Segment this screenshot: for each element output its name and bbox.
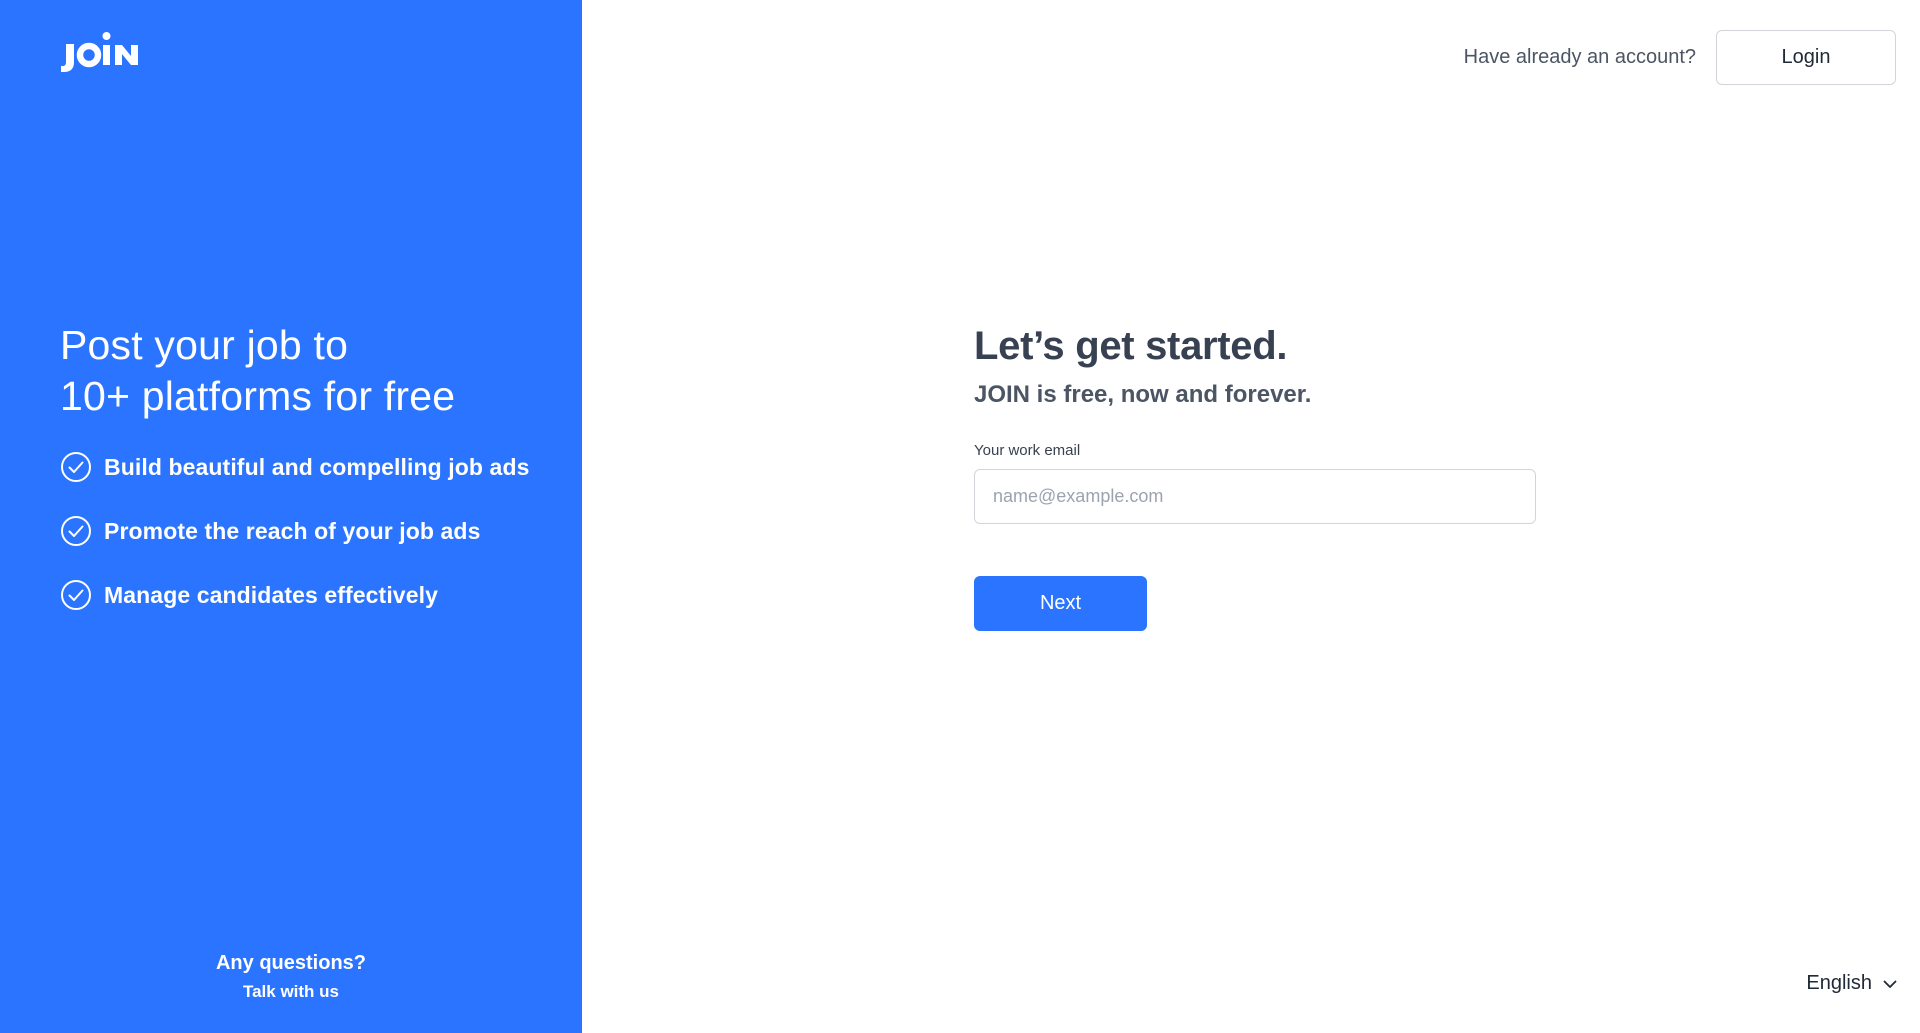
chevron-down-icon (1883, 980, 1897, 988)
have-account-text: Have already an account? (1463, 46, 1696, 68)
top-bar: Have already an account? Login (1464, 30, 1896, 85)
help-title: Any questions? (215, 952, 366, 974)
check-circle-icon (61, 452, 91, 482)
language-selector[interactable]: English (1806, 972, 1898, 995)
page-title: Let’s get started. (974, 324, 1288, 368)
join-logo[interactable] (60, 28, 146, 76)
feature-item: Build beautiful and compelling job ads (60, 450, 529, 484)
next-button[interactable]: Next (974, 576, 1147, 631)
page-subtitle: JOIN is free, now and forever. (974, 381, 1312, 408)
join-logo-mark (61, 32, 138, 72)
feature-label: Promote the reach of your job ads (104, 517, 481, 544)
talk-with-us-link[interactable]: Talk with us (243, 982, 339, 1002)
feature-label: Manage candidates effectively (104, 581, 438, 608)
promo-panel: Post your job to 10+ platforms for free … (0, 0, 582, 1033)
check-circle-icon (61, 516, 91, 546)
promo-title: Post your job to 10+ platforms for free (60, 320, 560, 422)
promo-title-line-1: Post your job to (60, 322, 349, 368)
feature-item: Promote the reach of your job ads (60, 514, 529, 548)
feature-label: Build beautiful and compelling job ads (104, 453, 530, 480)
signup-form: Let’s get started. JOIN is free, now and… (974, 318, 1574, 631)
help-section: Any questions? Talk with us (0, 948, 582, 1002)
login-button[interactable]: Login (1716, 30, 1896, 85)
signup-page: Post your job to 10+ platforms for free … (0, 0, 1920, 1033)
email-label: Your work email (974, 442, 1081, 459)
feature-item: Manage candidates effectively (60, 578, 529, 612)
language-label: English (1806, 972, 1872, 994)
main-content: Have already an account? Login Let’s get… (582, 0, 1920, 1033)
email-field[interactable] (974, 469, 1536, 524)
promo-title-line-2: 10+ platforms for free (60, 373, 456, 419)
check-circle-icon (61, 580, 91, 610)
feature-list: Build beautiful and compelling job ads P… (60, 450, 529, 642)
